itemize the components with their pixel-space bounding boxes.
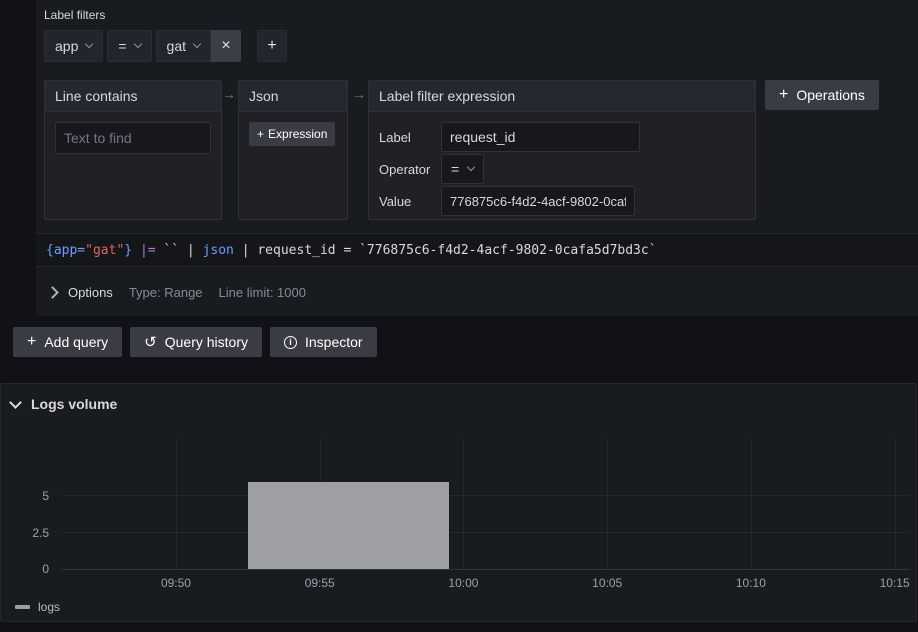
query-token: } — [124, 243, 132, 258]
chevron-down-icon — [9, 396, 22, 409]
query-token: | request_id = — [234, 243, 359, 258]
gridline-vertical — [751, 438, 752, 569]
x-axis-tick-label: 10:05 — [592, 576, 622, 590]
operation-title: Json — [249, 88, 279, 104]
label-filter-row: app = gat × + — [44, 30, 287, 62]
label-value-select[interactable]: gat — [156, 30, 211, 62]
operations-button[interactable]: + Operations — [765, 80, 879, 110]
query-history-label: Query history — [165, 334, 248, 350]
query-token: json — [203, 243, 234, 258]
operation-title: Label filter expression — [379, 88, 515, 104]
x-axis-tick-label: 09:55 — [305, 576, 335, 590]
label-operator-value: = — [118, 38, 126, 54]
legend: logs — [15, 600, 60, 614]
field-label: Label — [379, 130, 441, 145]
field-row-operator: Operator = — [379, 154, 745, 184]
field-label: Value — [379, 194, 441, 209]
gridline-vertical — [463, 438, 464, 569]
gridline-vertical — [895, 438, 896, 569]
y-axis-tick-label: 5 — [42, 489, 49, 503]
plus-icon: + — [27, 334, 36, 350]
chevron-down-icon — [467, 163, 475, 171]
close-icon: × — [221, 37, 230, 55]
operator-value: = — [451, 161, 459, 177]
operation-card-header[interactable]: Line contains — [45, 81, 221, 112]
operation-card-json: Json + Expression — [238, 80, 348, 220]
logs-volume-panel-header[interactable]: Logs volume — [11, 396, 117, 412]
query-token: |= — [140, 243, 156, 258]
value-input[interactable] — [441, 186, 635, 216]
info-icon: i — [284, 336, 297, 349]
field-label: Operator — [379, 162, 441, 177]
operator-select[interactable]: = — [441, 154, 484, 184]
add-query-label: Add query — [44, 334, 108, 350]
x-axis-labels: 09:50 09:55 10:00 10:05 10:10 10:15 — [61, 576, 909, 592]
label-filters-title: Label filters — [44, 8, 105, 22]
arrow-right-icon: → — [222, 86, 236, 102]
logs-volume-panel: Logs volume 02.55 09:5009:5510:0010:0510… — [0, 383, 917, 622]
field-row-value: Value — [379, 186, 745, 216]
query-token: `776875c6-f4d2-4acf-9802-0cafa5d7bd3c` — [359, 243, 656, 258]
y-axis-labels: 02.55 — [1, 438, 49, 569]
label-input[interactable] — [441, 122, 640, 152]
logs-volume-bar[interactable] — [248, 482, 449, 569]
panel-title: Logs volume — [31, 396, 117, 412]
line-contains-input[interactable] — [55, 122, 211, 154]
options-type-label: Type: Range — [129, 285, 203, 300]
chevron-right-icon — [46, 286, 59, 299]
add-expression-button[interactable]: + Expression — [249, 122, 335, 146]
label-operator-select[interactable]: = — [107, 30, 151, 62]
plus-icon: + — [257, 127, 264, 141]
plot-area[interactable] — [61, 438, 909, 570]
operation-card-header[interactable]: Label filter expression — [369, 81, 755, 112]
field-row-label: Label — [379, 122, 745, 152]
x-axis-tick-label: 10:15 — [880, 576, 910, 590]
gridline-horizontal — [61, 495, 909, 496]
gridline-vertical — [607, 438, 608, 569]
query-token: "gat" — [85, 243, 124, 258]
operations-button-label: Operations — [796, 87, 864, 103]
plus-icon: + — [267, 37, 276, 55]
chevron-down-icon — [193, 40, 201, 48]
label-name-value: app — [55, 38, 78, 54]
y-axis-tick-label: 2.5 — [32, 526, 49, 540]
options-toggle-label: Options — [68, 285, 113, 300]
options-toggle-row[interactable]: Options Type: Range Line limit: 1000 — [36, 268, 918, 316]
legend-series-swatch[interactable] — [15, 605, 30, 609]
operation-card-line-contains: Line contains — [44, 80, 222, 220]
inspector-button[interactable]: i Inspector — [270, 327, 377, 357]
query-preview: {app="gat"} |= `` | json | request_id = … — [36, 233, 918, 267]
legend-series-label[interactable]: logs — [38, 600, 60, 614]
query-history-button[interactable]: ↺ Query history — [130, 327, 262, 357]
x-axis-tick-label: 10:00 — [448, 576, 478, 590]
label-name-select[interactable]: app — [44, 30, 103, 62]
operation-title: Line contains — [55, 88, 138, 104]
options-line-limit-label: Line limit: 1000 — [219, 285, 306, 300]
plus-icon: + — [779, 87, 788, 103]
operation-card-label-filter-expression: Label filter expression Label Operator =… — [368, 80, 756, 220]
x-axis-tick-label: 10:10 — [736, 576, 766, 590]
inspector-label: Inspector — [305, 334, 363, 350]
remove-label-filter-button[interactable]: × — [211, 30, 241, 62]
y-axis-tick-label: 0 — [42, 562, 49, 576]
query-token — [132, 243, 140, 258]
add-query-button[interactable]: + Add query — [13, 327, 122, 357]
query-editor-section: Label filters app = gat × + — [36, 0, 918, 316]
query-preview-text: {app="gat"} |= `` | json | request_id = … — [46, 243, 657, 258]
gridline-horizontal — [61, 532, 909, 533]
query-token: {app= — [46, 243, 85, 258]
gridline-vertical — [176, 438, 177, 569]
chevron-down-icon — [85, 40, 93, 48]
query-token: `` | — [156, 243, 203, 258]
arrow-right-icon: → — [352, 86, 366, 102]
label-value-value: gat — [167, 38, 186, 54]
explore-toolbar: + Add query ↺ Query history i Inspector — [13, 327, 377, 357]
chevron-down-icon — [133, 40, 141, 48]
operation-card-header[interactable]: Json — [239, 81, 347, 112]
grafana-explore-page: Label filters app = gat × + — [0, 0, 918, 632]
add-label-filter-button[interactable]: + — [257, 30, 287, 62]
x-axis-tick-label: 09:50 — [161, 576, 191, 590]
add-expression-label: Expression — [268, 127, 327, 141]
history-icon: ↺ — [144, 335, 157, 350]
